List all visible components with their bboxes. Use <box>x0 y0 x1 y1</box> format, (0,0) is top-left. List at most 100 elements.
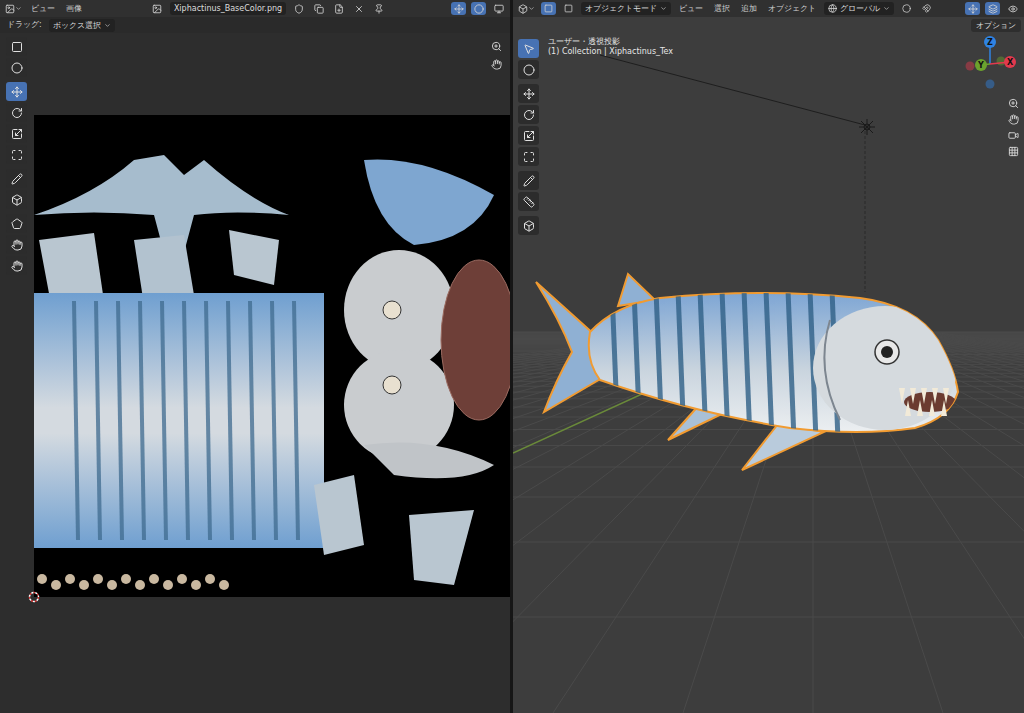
editor-type-button[interactable] <box>517 2 536 15</box>
scale-icon <box>523 130 535 142</box>
pivot-icon <box>902 4 911 13</box>
tool-button[interactable] <box>6 190 27 209</box>
mode-dropdown[interactable]: オブジェクトモード <box>581 2 671 15</box>
chevron-icon <box>104 22 111 29</box>
pivot-button[interactable] <box>899 2 914 15</box>
editor-type-button[interactable] <box>4 2 23 15</box>
snap-button[interactable] <box>919 2 934 15</box>
header-toggle[interactable] <box>985 2 1000 15</box>
tool-button[interactable] <box>518 126 539 145</box>
gizmo-icon <box>968 4 978 14</box>
camera-button[interactable] <box>1006 128 1021 143</box>
tool-button[interactable] <box>6 103 27 122</box>
tool-button[interactable] <box>518 105 539 124</box>
tool-button[interactable] <box>6 169 27 188</box>
blender-window: ビュー画像Xiphactinus_BaseColor.pngドラッグ:ボックス選… <box>0 0 1024 713</box>
transform-orientation-dropdown[interactable]: グローバル <box>824 2 894 15</box>
annotate-icon <box>11 173 23 185</box>
menu-item[interactable]: オブジェクト <box>765 2 819 16</box>
select-mode-button[interactable] <box>541 2 556 15</box>
transform-icon <box>523 151 535 163</box>
menu-item[interactable]: ビュー <box>676 2 706 16</box>
chevron-icon <box>660 5 667 12</box>
tool-button[interactable] <box>6 82 27 101</box>
tool-button[interactable] <box>518 192 539 211</box>
toolbar <box>513 17 543 713</box>
view-info: ユーザー・透視投影(1) Collection | Xiphactinus_Te… <box>543 17 959 713</box>
image-editor-icon <box>5 4 15 14</box>
measure-icon <box>523 196 535 208</box>
select-extend-icon <box>564 4 573 13</box>
new-file-icon <box>334 4 344 14</box>
browse-image-button[interactable] <box>150 2 165 15</box>
header-toggle[interactable] <box>471 2 486 15</box>
pin-icon <box>374 4 384 14</box>
view-info-line: (1) Collection | Xiphactinus_Tex <box>548 47 959 57</box>
ortho-button[interactable] <box>1006 144 1021 159</box>
axis-handle[interactable]: Y <box>975 59 987 71</box>
navigation-gizmo[interactable]: Z Y X <box>959 33 1021 95</box>
viewport-header: オブジェクトモードビュー選択追加オブジェクトグローバル <box>513 0 1024 17</box>
svg-text:Z: Z <box>987 38 993 47</box>
transform-icon <box>11 149 23 161</box>
fake-user-button[interactable] <box>291 2 306 15</box>
tool-button[interactable] <box>518 171 539 190</box>
tool-button[interactable] <box>6 256 27 275</box>
tool-button[interactable] <box>518 216 539 235</box>
tool-button[interactable] <box>518 39 539 58</box>
rotate-icon <box>523 109 535 121</box>
header-toggle[interactable] <box>1005 2 1020 15</box>
zoom-button[interactable] <box>1006 96 1021 111</box>
zoom-button[interactable] <box>489 39 504 54</box>
tool-button[interactable] <box>6 37 27 56</box>
select-mode-button[interactable] <box>561 2 576 15</box>
menu-item[interactable]: 選択 <box>711 2 733 16</box>
light-icon[interactable] <box>859 119 875 135</box>
image-canvas[interactable] <box>0 33 510 713</box>
svg-text:Y: Y <box>977 61 984 70</box>
zoom-icon <box>1008 98 1019 109</box>
texture-preview <box>34 115 510 597</box>
fish-model[interactable] <box>536 274 958 470</box>
select-new-icon <box>544 4 553 13</box>
menu-item[interactable]: 追加 <box>738 2 760 16</box>
menu-item[interactable]: ビュー <box>28 2 58 16</box>
drag-mode-dropdown[interactable]: ボックス選択 <box>49 19 115 32</box>
2d-cursor-icon[interactable] <box>28 591 40 603</box>
viewport-canvas[interactable] <box>513 17 1024 713</box>
axis-handle[interactable]: Z <box>984 36 996 48</box>
options-button[interactable]: オプション <box>971 19 1021 32</box>
overlay-icon <box>988 4 998 14</box>
overlay-icon <box>474 4 484 14</box>
header-toggle[interactable] <box>965 2 980 15</box>
pan-button[interactable] <box>489 57 504 72</box>
move-icon <box>11 86 23 98</box>
3d-viewport: オブジェクトモードビュー選択追加オブジェクトグローバルユーザー・透視投影(1) … <box>513 0 1024 713</box>
camera-icon <box>1008 130 1019 141</box>
tool-button[interactable] <box>6 235 27 254</box>
tool-button[interactable] <box>6 58 27 77</box>
tool-button[interactable] <box>518 147 539 166</box>
header-toggle[interactable] <box>451 2 466 15</box>
unlink-button[interactable] <box>351 2 366 15</box>
tool-button[interactable] <box>518 60 539 79</box>
menu-item[interactable]: 画像 <box>63 2 85 16</box>
new-image-button[interactable] <box>331 2 346 15</box>
zoom-icon <box>491 41 502 52</box>
axis-handle[interactable]: X <box>1004 56 1016 68</box>
rotate-icon <box>11 107 23 119</box>
image-name-field[interactable]: Xiphactinus_BaseColor.png <box>170 2 286 15</box>
viewport-icon <box>518 4 528 14</box>
relax-icon <box>11 260 23 272</box>
tool-button[interactable] <box>6 214 27 233</box>
tool-button[interactable] <box>518 84 539 103</box>
viewport-area[interactable]: ユーザー・透視投影(1) Collection | Xiphactinus_Te… <box>513 17 1024 713</box>
pan-button[interactable] <box>1006 112 1021 127</box>
pin-button[interactable] <box>371 2 386 15</box>
duplicate-button[interactable] <box>311 2 326 15</box>
grab-icon <box>11 239 23 251</box>
tool-button[interactable] <box>6 124 27 143</box>
tool-button[interactable] <box>6 145 27 164</box>
header-toggle[interactable] <box>491 2 506 15</box>
hand-icon <box>1008 114 1019 125</box>
